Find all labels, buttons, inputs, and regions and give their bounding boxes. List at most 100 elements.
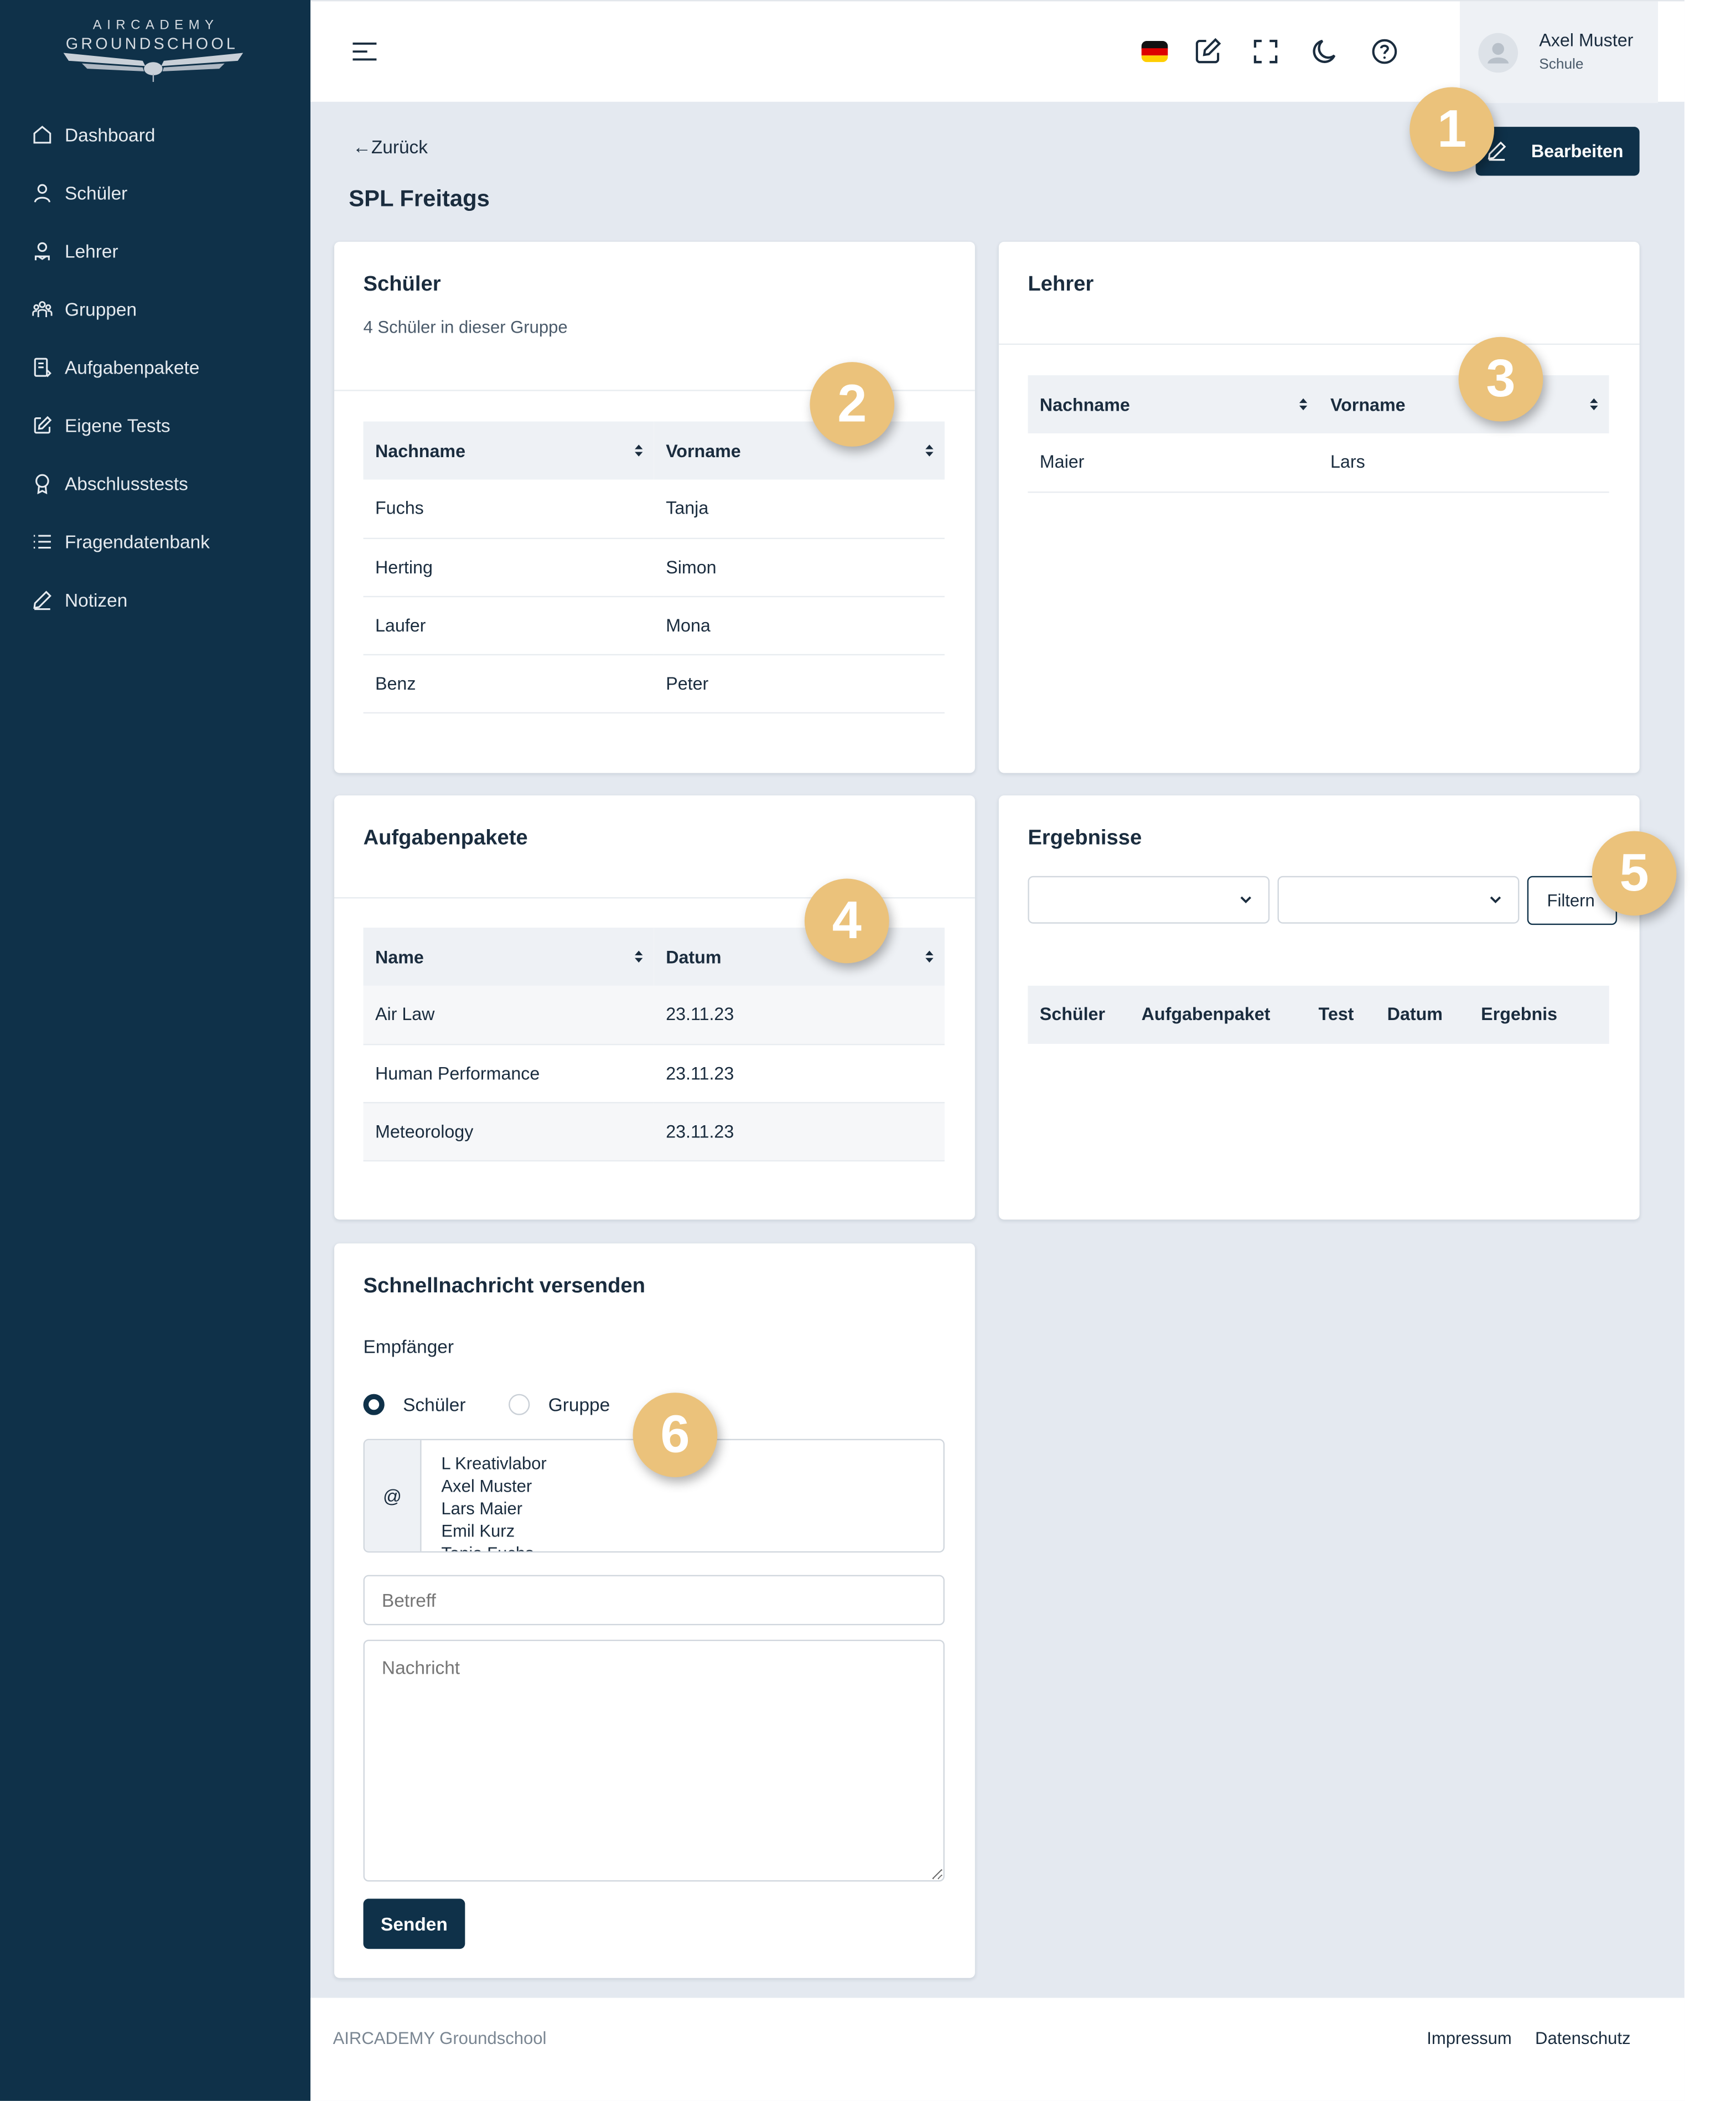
back-label: Zurück xyxy=(371,136,428,158)
recipient-options: L Kreativlabor Axel Muster Lars Maier Em… xyxy=(441,1452,546,1551)
column-header-test[interactable]: Test xyxy=(1319,1004,1354,1024)
column-header-nachname[interactable]: Nachname xyxy=(1028,375,1319,434)
annotation-badge-3: 3 xyxy=(1458,337,1543,422)
edit-label: Bearbeiten xyxy=(1531,141,1624,162)
wings-icon xyxy=(63,53,243,82)
quick-message-card: Schnellnachricht versenden Empfänger Sch… xyxy=(334,1243,975,1978)
sidebar-item-label: Schüler xyxy=(64,182,128,204)
award-icon xyxy=(35,474,49,494)
radio-student[interactable] xyxy=(363,1394,385,1415)
annotation-badge-2: 2 xyxy=(810,362,895,447)
cell-datum: 23.11.23 xyxy=(654,1043,945,1103)
table-row[interactable]: Herting Simon xyxy=(363,537,945,597)
results-table-header: Schüler Aufgabenpaket Test Datum Ergebni… xyxy=(1028,985,1609,1044)
column-header-name[interactable]: Name xyxy=(363,927,654,986)
column-header-vorname[interactable]: Vorname xyxy=(654,421,945,480)
sidebar-item-aufgabenpakete[interactable]: Aufgabenpakete xyxy=(0,338,310,396)
cell-vorname: Peter xyxy=(654,654,945,713)
teachers-card: Lehrer Nachname Vorname Maier Lars xyxy=(998,241,1640,773)
sidebar-item-dashboard[interactable]: Dashboard xyxy=(0,106,310,164)
send-button[interactable]: Senden xyxy=(363,1898,465,1949)
cell-datum: 23.11.23 xyxy=(654,985,945,1045)
message-title: Schnellnachricht versenden xyxy=(363,1275,645,1298)
table-row[interactable]: Human Performance 23.11.23 xyxy=(363,1043,945,1103)
help-icon[interactable] xyxy=(1369,35,1400,67)
fullscreen-icon[interactable] xyxy=(1250,35,1281,67)
sidebar-item-label: Dashboard xyxy=(64,124,156,146)
sidebar-item-label: Abschlusstests xyxy=(64,473,188,494)
recipient-option[interactable]: L Kreativlabor xyxy=(441,1452,546,1475)
user-name: Axel Muster xyxy=(1539,30,1634,50)
recipient-option[interactable]: Axel Muster xyxy=(441,1474,546,1497)
table-row[interactable]: Maier Lars xyxy=(1028,433,1609,493)
cell-vorname: Tanja xyxy=(654,479,945,539)
datenschutz-link[interactable]: Datenschutz xyxy=(1535,2028,1631,2048)
user-menu[interactable]: Axel Muster Schule xyxy=(1459,1,1659,104)
column-header-datum[interactable]: Datum xyxy=(1387,1004,1443,1024)
table-row[interactable]: Benz Peter xyxy=(363,654,945,713)
radio-group-label[interactable]: Gruppe xyxy=(548,1394,610,1415)
annotation-badge-5: 5 xyxy=(1592,831,1677,916)
cell-name: Meteorology xyxy=(363,1102,654,1161)
sidebar-item-notizen[interactable]: Notizen xyxy=(0,571,310,629)
page-title: SPL Freitags xyxy=(349,185,490,211)
brand-line-1: AIRCADEMY xyxy=(92,18,219,33)
user-avatar-icon xyxy=(1488,43,1509,64)
sidebar-item-lehrer[interactable]: Lehrer xyxy=(0,222,310,280)
recipient-label: Empfänger xyxy=(363,1336,454,1357)
cell-vorname: Simon xyxy=(654,537,945,597)
chevron-down-icon xyxy=(1240,896,1251,904)
radio-student-label[interactable]: Schüler xyxy=(403,1394,465,1415)
annotation-badge-4: 4 xyxy=(804,878,889,964)
notes-icon[interactable] xyxy=(1191,35,1223,67)
impressum-link[interactable]: Impressum xyxy=(1427,2028,1511,2048)
back-link[interactable]: ←Zurück xyxy=(353,136,428,157)
cell-name: Human Performance xyxy=(363,1043,654,1103)
sidebar-item-label: Aufgabenpakete xyxy=(64,356,200,378)
sort-icon xyxy=(925,444,934,457)
moon-icon[interactable] xyxy=(1309,35,1341,67)
message-textarea[interactable] xyxy=(363,1639,945,1882)
sidebar-item-fragendatenbank[interactable]: Fragendatenbank xyxy=(0,513,310,571)
sidebar-item-abschlusstests[interactable]: Abschlusstests xyxy=(0,454,310,513)
home-icon xyxy=(33,126,51,144)
recipient-option[interactable]: Tanja Fuchs xyxy=(441,1542,546,1551)
test-select[interactable] xyxy=(1277,876,1520,924)
sidebar-item-eigene-tests[interactable]: Eigene Tests xyxy=(0,396,310,454)
column-header-aufgabenpaket[interactable]: Aufgabenpaket xyxy=(1142,1004,1271,1024)
menu-icon[interactable] xyxy=(350,38,382,65)
column-header-nachname[interactable]: Nachname xyxy=(363,421,654,480)
sidebar-item-label: Fragendatenbank xyxy=(64,531,210,552)
recipient-option[interactable]: Lars Maier xyxy=(441,1497,546,1520)
edit-button[interactable]: Bearbeiten xyxy=(1475,127,1640,176)
arrow-left-icon: ← xyxy=(353,136,371,158)
user-role: Schule xyxy=(1539,56,1584,73)
package-icon xyxy=(34,358,51,377)
brand-logo[interactable]: AIRCADEMY GROUNDSCHOOL xyxy=(53,18,251,84)
students-title: Schüler xyxy=(363,273,441,296)
sidebar-item-gruppen[interactable]: Gruppen xyxy=(0,280,310,338)
topbar: Axel Muster Schule xyxy=(310,0,1685,104)
table-row[interactable]: Air Law 23.11.23 xyxy=(363,985,945,1045)
german-flag-icon[interactable] xyxy=(1139,35,1170,67)
package-select[interactable] xyxy=(1028,876,1270,924)
table-row[interactable]: Fuchs Tanja xyxy=(363,479,945,539)
recipient-option[interactable]: Emil Kurz xyxy=(441,1519,546,1542)
radio-group[interactable] xyxy=(509,1394,530,1415)
table-row[interactable]: Meteorology 23.11.23 xyxy=(363,1102,945,1161)
cell-nachname: Fuchs xyxy=(363,479,654,539)
cell-vorname: Mona xyxy=(654,596,945,655)
cell-vorname: Lars xyxy=(1318,433,1609,493)
column-header-ergebnis[interactable]: Ergebnis xyxy=(1481,1004,1557,1024)
sort-icon xyxy=(1299,398,1308,411)
cell-name: Air Law xyxy=(363,985,654,1045)
pencil-icon xyxy=(33,591,51,610)
sidebar-item-label: Gruppen xyxy=(64,298,137,320)
column-header-schueler[interactable]: Schüler xyxy=(1040,1004,1105,1024)
sidebar-item-schueler[interactable]: Schüler xyxy=(0,164,310,222)
packages-title: Aufgabenpakete xyxy=(363,827,528,850)
students-card: Schüler 4 Schüler in dieser Gruppe Nachn… xyxy=(334,241,975,773)
column-header-datum[interactable]: Datum xyxy=(654,927,945,986)
subject-input[interactable] xyxy=(363,1575,945,1626)
table-row[interactable]: Laufer Mona xyxy=(363,596,945,655)
